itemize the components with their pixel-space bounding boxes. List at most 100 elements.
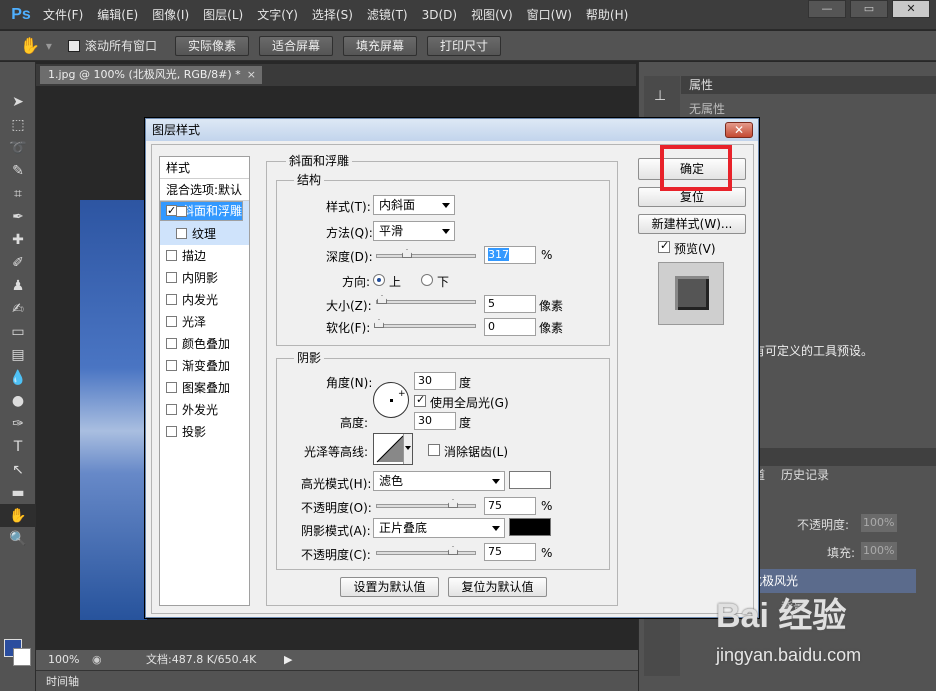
stamp-tool-icon[interactable]: ♟ xyxy=(0,274,36,297)
dodge-tool-icon[interactable]: ● xyxy=(0,389,36,412)
tab-history[interactable]: 历史记录 xyxy=(781,466,829,483)
background-color-swatch[interactable] xyxy=(13,648,31,666)
history-brush-tool-icon[interactable]: ✍ xyxy=(0,297,36,320)
antialias-checkbox[interactable] xyxy=(428,444,440,456)
direction-up-radio[interactable] xyxy=(373,274,385,286)
style-item-4[interactable]: 内阴影 xyxy=(160,267,249,289)
style-item-9[interactable]: 图案叠加 xyxy=(160,377,249,399)
style-item-checkbox[interactable] xyxy=(176,206,187,217)
fit-screen-button[interactable]: 适合屏幕 xyxy=(258,35,333,56)
healing-tool-icon[interactable]: ✚ xyxy=(0,228,36,251)
maximize-button[interactable]: ▭ xyxy=(850,0,888,18)
actual-pixels-button[interactable]: 实际像素 xyxy=(174,35,249,56)
soften-input[interactable]: 0 xyxy=(484,318,536,336)
angle-dial[interactable]: + xyxy=(373,382,409,418)
shadow-mode-select[interactable]: 正片叠底 xyxy=(373,518,505,538)
crop-tool-icon[interactable]: ⌗ xyxy=(0,182,36,205)
document-tab[interactable]: 1.jpg @ 100% (北极风光, RGB/8#) * × xyxy=(40,66,262,84)
style-select[interactable]: 内斜面 xyxy=(373,195,455,215)
gloss-contour-picker[interactable] xyxy=(373,433,413,465)
style-item-10[interactable]: 外发光 xyxy=(160,399,249,421)
close-window-button[interactable]: ✕ xyxy=(892,0,930,18)
status-icon[interactable]: ◉ xyxy=(92,650,102,670)
style-item-2[interactable]: 纹理 xyxy=(160,223,249,245)
eraser-tool-icon[interactable]: ▭ xyxy=(0,320,36,343)
menu-item-6[interactable]: 滤镜(T) xyxy=(360,0,415,30)
status-menu-arrow-icon[interactable]: ▶ xyxy=(284,650,292,670)
lasso-tool-icon[interactable]: ➰ xyxy=(0,136,36,159)
fill-screen-button[interactable]: 填充屏幕 xyxy=(343,35,418,56)
print-size-button[interactable]: 打印尺寸 xyxy=(427,35,502,56)
style-item-6[interactable]: 光泽 xyxy=(160,311,249,333)
contour-dropdown[interactable] xyxy=(403,434,412,464)
tool-presets-icon[interactable]: ⊥ xyxy=(654,88,680,104)
style-item-7[interactable]: 颜色叠加 xyxy=(160,333,249,355)
zoom-level[interactable]: 100% xyxy=(48,650,79,670)
gradient-tool-icon[interactable]: ▤ xyxy=(0,343,36,366)
style-item-0[interactable]: 斜面和浮雕 xyxy=(160,201,244,221)
direction-down-radio[interactable] xyxy=(421,274,433,286)
style-item-11[interactable]: 投影 xyxy=(160,421,249,443)
angle-input[interactable]: 30 xyxy=(414,372,456,390)
menu-item-5[interactable]: 选择(S) xyxy=(305,0,360,30)
move-tool-icon[interactable]: ➤ xyxy=(0,90,36,113)
soften-slider[interactable] xyxy=(374,319,476,328)
style-item-checkbox[interactable] xyxy=(166,316,177,327)
dialog-close-button[interactable]: ✕ xyxy=(725,122,753,138)
global-light-checkbox[interactable] xyxy=(414,393,426,407)
style-item-checkbox[interactable] xyxy=(166,382,177,393)
style-item-5[interactable]: 内发光 xyxy=(160,289,249,311)
menu-item-9[interactable]: 窗口(W) xyxy=(520,0,579,30)
opacity-field[interactable]: 100% xyxy=(861,514,897,532)
blur-tool-icon[interactable]: 💧 xyxy=(0,366,36,389)
style-item-checkbox[interactable] xyxy=(166,426,177,437)
depth-input[interactable]: 317 xyxy=(484,246,536,264)
eyedropper-tool-icon[interactable]: ✒ xyxy=(0,205,36,228)
fill-field[interactable]: 100% xyxy=(861,542,897,560)
quick-select-tool-icon[interactable]: ✎ xyxy=(0,159,36,182)
style-item-checkbox[interactable] xyxy=(166,294,177,305)
size-input[interactable]: 5 xyxy=(484,295,536,313)
menu-item-1[interactable]: 编辑(E) xyxy=(90,0,145,30)
type-tool-icon[interactable]: T xyxy=(0,435,36,458)
hand-tool-selected-icon[interactable]: ✋ xyxy=(0,504,36,527)
style-item-checkbox[interactable] xyxy=(176,228,187,239)
pen-tool-icon[interactable]: ✑ xyxy=(0,412,36,435)
path-select-tool-icon[interactable]: ↖ xyxy=(0,458,36,481)
menu-item-8[interactable]: 视图(V) xyxy=(464,0,520,30)
styles-header[interactable]: 样式 xyxy=(160,157,249,179)
highlight-opacity-slider[interactable] xyxy=(376,499,476,508)
shadow-opacity-slider[interactable] xyxy=(376,546,476,555)
menu-item-4[interactable]: 文字(Y) xyxy=(250,0,305,30)
set-default-button[interactable]: 设置为默认值 xyxy=(340,577,439,597)
shadow-opacity-input[interactable]: 75 xyxy=(484,543,536,561)
minimize-button[interactable]: — xyxy=(808,0,846,18)
style-item-3[interactable]: 描边 xyxy=(160,245,249,267)
reset-default-button[interactable]: 复位为默认值 xyxy=(448,577,547,597)
preview-checkbox[interactable] xyxy=(658,239,670,253)
highlight-color-swatch[interactable] xyxy=(509,471,551,489)
style-item-8[interactable]: 渐变叠加 xyxy=(160,355,249,377)
method-select[interactable]: 平滑 xyxy=(373,221,455,241)
zoom-tool-icon[interactable]: 🔍 xyxy=(0,527,36,550)
style-item-checkbox[interactable] xyxy=(166,338,177,349)
size-slider[interactable] xyxy=(376,295,476,304)
scroll-all-checkbox[interactable] xyxy=(67,39,80,52)
menu-item-0[interactable]: 文件(F) xyxy=(36,0,90,30)
properties-panel-title[interactable]: 属性 xyxy=(681,76,936,94)
document-tab-close-icon[interactable]: × xyxy=(247,66,256,84)
shape-tool-icon[interactable]: ▬ xyxy=(0,481,36,504)
menu-item-7[interactable]: 3D(D) xyxy=(415,0,464,30)
style-item-checkbox[interactable] xyxy=(166,360,177,371)
highlight-mode-select[interactable]: 滤色 xyxy=(373,471,505,491)
menu-item-10[interactable]: 帮助(H) xyxy=(579,0,635,30)
brush-tool-icon[interactable]: ✐ xyxy=(0,251,36,274)
blend-options-item[interactable]: 混合选项:默认 xyxy=(160,179,249,201)
menu-item-3[interactable]: 图层(L) xyxy=(196,0,250,30)
altitude-input[interactable]: 30 xyxy=(414,412,456,430)
shadow-color-swatch[interactable] xyxy=(509,518,551,536)
dropdown-arrow-icon[interactable]: ▾ xyxy=(46,39,52,53)
marquee-tool-icon[interactable]: ⬚ xyxy=(0,113,36,136)
timeline-tab[interactable]: 时间轴 xyxy=(36,670,638,691)
style-item-checkbox[interactable] xyxy=(166,272,177,283)
